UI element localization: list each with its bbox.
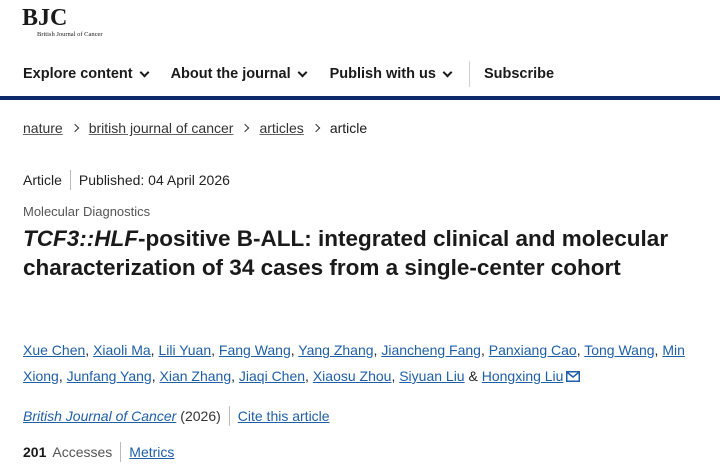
author-link[interactable]: Xiaosu Zhou [313,368,392,384]
journal-logo[interactable]: BJC British Journal of Cancer [22,6,103,38]
nav-item-label: Publish with us [329,66,436,82]
article-meta: Article Published: 04 April 2026 [23,170,230,190]
logo-wordmark: BJC [22,5,68,31]
breadcrumb-nature[interactable]: nature [23,120,63,136]
author-link[interactable]: Xiaoli Ma [93,342,151,358]
chevron-right-icon [241,123,250,133]
nav-subscribe[interactable]: Subscribe [470,66,554,82]
author-link[interactable]: Jiaqi Chen [239,368,305,384]
accesses-count: 201 [23,444,47,460]
author-link[interactable]: Jiancheng Fang [381,342,481,358]
article-metrics: 201 Accesses Metrics [23,442,174,462]
metrics-divider [120,442,122,462]
chevron-right-icon [311,123,321,133]
meta-divider [69,170,71,190]
chevron-down-icon [297,67,308,77]
nav-item-label: About the journal [170,66,291,82]
author-joiner: & [468,368,478,384]
breadcrumb-articles[interactable]: articles [259,120,303,136]
nav-about-journal[interactable]: About the journal [162,66,320,82]
cite-this-article-link[interactable]: Cite this article [238,408,330,424]
citation-divider [228,406,230,426]
nav-item-label: Explore content [23,66,133,82]
email-icon[interactable] [566,371,581,382]
chevron-down-icon [442,67,453,77]
author-link[interactable]: Lili Yuan [158,342,211,358]
nav-publish-with-us[interactable]: Publish with us [320,66,465,82]
author-link[interactable]: Fang Wang [219,342,291,358]
published-date: Published: 04 April 2026 [78,172,230,188]
author-link[interactable]: Panxiang Cao [489,342,577,358]
title-gene-fusion: TCF3::HLF [23,226,138,251]
main-nav: Explore content About the journal Publis… [0,52,720,96]
chevron-down-icon [139,67,150,77]
author-link[interactable]: Junfang Yang [67,368,152,384]
accesses-label: Accesses [52,444,113,460]
nav-item-label: Subscribe [483,66,555,82]
journal-citation-line: British Journal of Cancer (2026) Cite th… [23,406,330,426]
logo-subtitle: British Journal of Cancer [37,31,103,38]
breadcrumb-journal[interactable]: british journal of cancer [89,120,234,136]
author-link[interactable]: Hongxing Liu [482,368,564,384]
publication-year: (2026) [180,408,221,424]
article-subject[interactable]: Molecular Diagnostics [23,204,150,219]
article-title: TCF3::HLF-positive B-ALL: integrated cli… [23,224,703,282]
chevron-right-icon [70,123,79,133]
author-link[interactable]: Xian Zhang [160,368,232,384]
author-link[interactable]: Yang Zhang [298,342,373,358]
nav-explore-content[interactable]: Explore content [0,66,162,82]
metrics-link[interactable]: Metrics [129,444,174,460]
article-type: Article [23,172,62,188]
author-link[interactable]: Xue Chen [23,342,85,358]
breadcrumb: nature british journal of cancer article… [23,120,367,136]
author-link[interactable]: Siyuan Liu [399,368,464,384]
breadcrumb-current: article [329,120,368,136]
author-link[interactable]: Tong Wang [584,342,654,358]
author-list: Xue Chen, Xiaoli Ma, Lili Yuan, Fang Wan… [23,342,685,384]
journal-link[interactable]: British Journal of Cancer [23,408,176,424]
nav-underline [0,96,720,100]
